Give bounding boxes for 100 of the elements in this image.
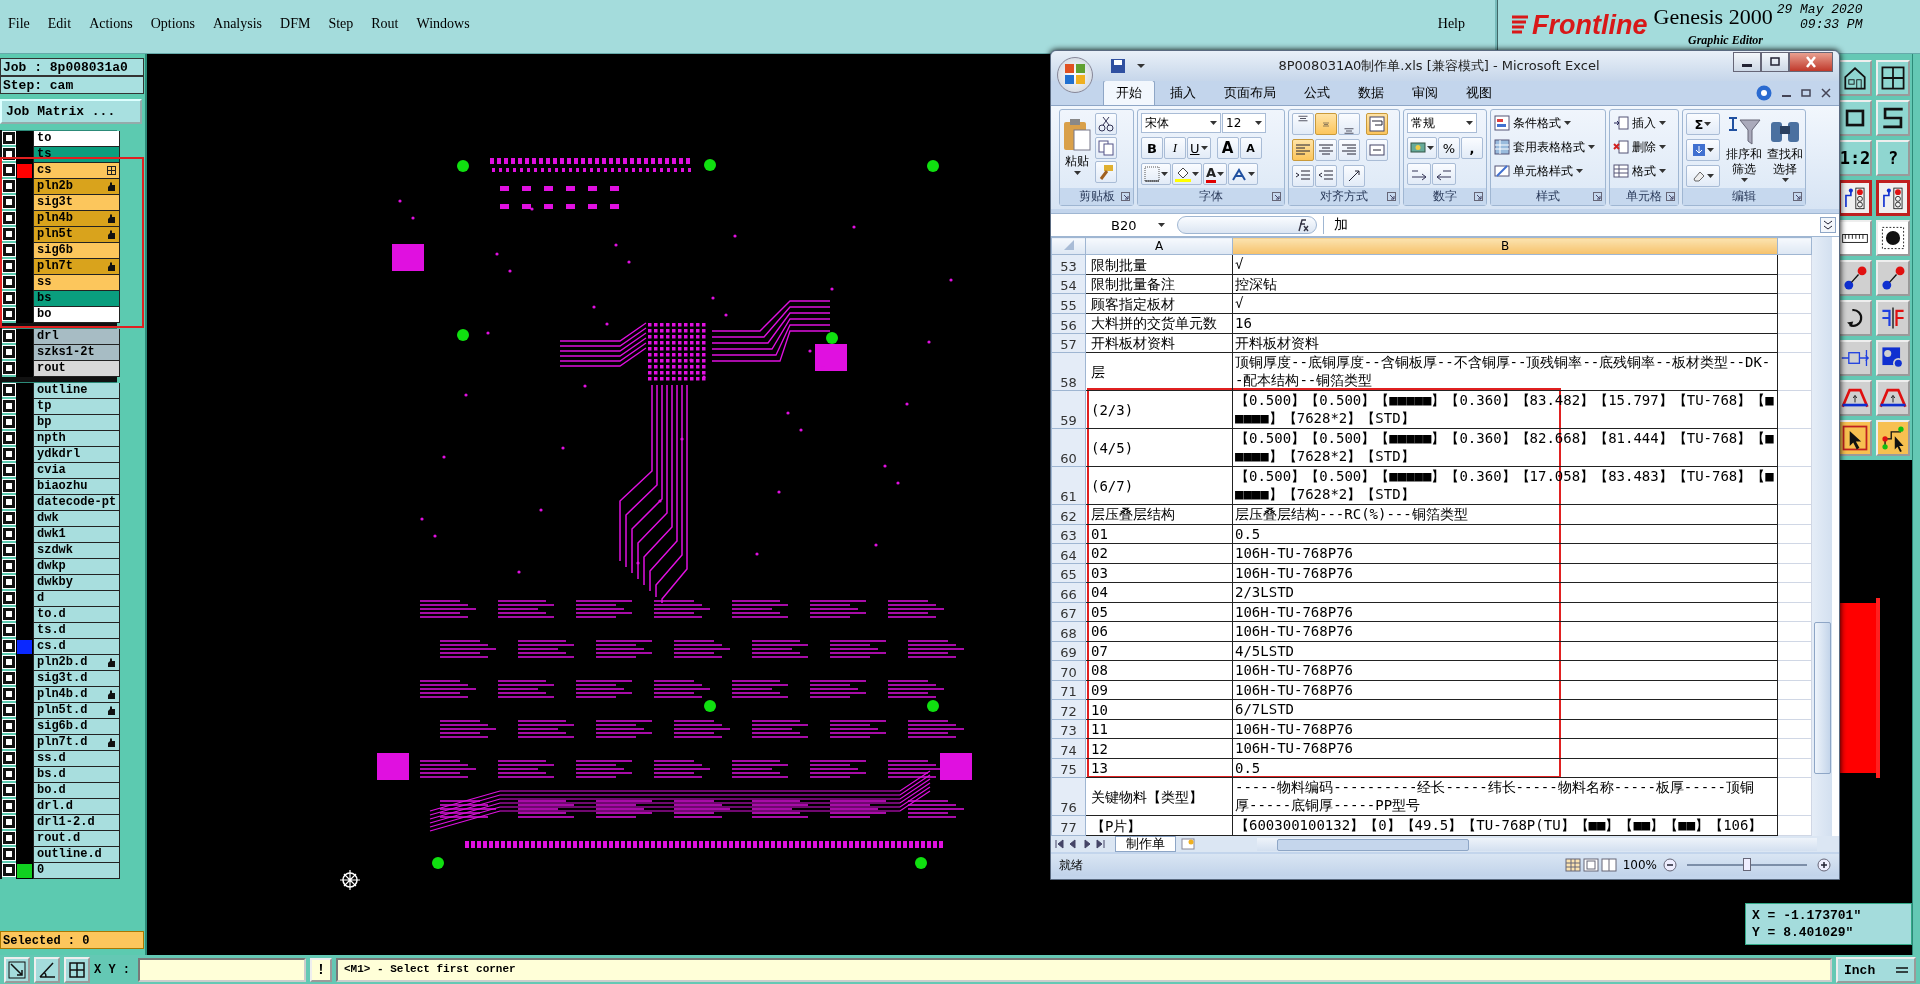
font-color-button[interactable]: A (1203, 163, 1228, 185)
layer-name[interactable]: sig6b.d (33, 719, 120, 735)
layer-checkbox[interactable] (3, 480, 15, 492)
layer-name[interactable]: dwkp (33, 559, 120, 575)
layer-name[interactable]: biaozhu (33, 479, 120, 495)
layer-checkbox[interactable] (3, 720, 15, 732)
conditional-format-button[interactable]: 条件格式 (1494, 113, 1602, 133)
net-icon[interactable] (1876, 180, 1910, 216)
layer-name[interactable]: bp (33, 415, 120, 431)
layer-checkbox[interactable] (3, 496, 15, 508)
layer-name[interactable]: ydkdrl (33, 447, 120, 463)
fill-button[interactable] (1686, 139, 1720, 161)
layer-name[interactable]: pln5t.d (33, 703, 120, 719)
layer-checkbox[interactable] (3, 228, 15, 240)
layer-name[interactable]: bo (33, 307, 120, 323)
menu-item[interactable]: Help (1437, 0, 1495, 53)
layer-checkbox[interactable] (3, 464, 15, 476)
font-name-field[interactable]: 宋体 (1141, 113, 1221, 133)
zoom-slider[interactable] (1743, 858, 1751, 871)
column-header[interactable]: B (1232, 237, 1778, 255)
layer-checkbox[interactable] (3, 292, 15, 304)
ribbon-tab[interactable]: 审阅 (1399, 80, 1451, 105)
align-center-button[interactable] (1315, 139, 1337, 161)
layer-checkbox[interactable] (3, 196, 15, 208)
font-size-field[interactable]: 12 (1222, 113, 1266, 133)
menu-item[interactable]: Windows (416, 16, 470, 34)
window-grid-icon[interactable] (1876, 60, 1910, 96)
increase-indent-button[interactable] (1315, 165, 1337, 187)
layer-checkbox[interactable] (3, 400, 15, 412)
layer-checkbox[interactable] (3, 276, 15, 288)
units-dropdown[interactable]: Inch (1836, 957, 1916, 983)
layer-checkbox[interactable] (3, 260, 15, 272)
ribbon-tab[interactable]: 页面布局 (1211, 80, 1289, 105)
layer-name[interactable]: cs.d (33, 639, 120, 655)
layer-checkbox[interactable] (3, 800, 15, 812)
layer-checkbox[interactable] (3, 576, 15, 588)
align-top-button[interactable] (1292, 113, 1314, 135)
name-box[interactable]: B20 (1051, 217, 1171, 233)
layer-checkbox[interactable] (3, 784, 15, 796)
zoom-box-button[interactable] (4, 957, 30, 983)
layer-checkbox[interactable] (3, 624, 15, 636)
formula-field[interactable]: 加 (1323, 216, 1814, 234)
probe-icon[interactable] (1838, 340, 1872, 376)
layer-checkbox[interactable] (3, 592, 15, 604)
layer-name[interactable]: dwk1 (33, 527, 120, 543)
layer-name[interactable]: rout (33, 361, 120, 377)
house-icon[interactable] (1838, 60, 1872, 96)
menu-item[interactable]: File (8, 16, 30, 34)
layer-name[interactable]: pln7t (33, 259, 120, 275)
layer-name[interactable]: cs (33, 163, 120, 179)
delete-button[interactable]: 删除 (1613, 137, 1675, 157)
sum-button[interactable]: Σ (1686, 113, 1720, 135)
ribbon-tab[interactable]: 公式 (1291, 80, 1343, 105)
arc-icon[interactable] (1876, 380, 1910, 416)
layer-checkbox[interactable] (3, 560, 15, 572)
currency-button[interactable] (1407, 137, 1437, 159)
layer-checkbox[interactable] (3, 608, 15, 620)
layer-name[interactable]: rout.d (33, 831, 120, 847)
layer-name[interactable]: 0 (33, 863, 120, 879)
layer-checkbox[interactable] (3, 656, 15, 668)
align-bottom-button[interactable] (1338, 113, 1360, 135)
layer-name[interactable]: cvia (33, 463, 120, 479)
layer-checkbox[interactable] (3, 330, 15, 342)
comma-button[interactable]: , (1461, 137, 1483, 159)
layer-name[interactable]: drl.d (33, 799, 120, 815)
layer-name[interactable]: bo.d (33, 783, 120, 799)
ribbon-tab[interactable]: 视图 (1453, 80, 1505, 105)
layer-name[interactable]: pln7t.d (33, 735, 120, 751)
layer-checkbox[interactable] (3, 688, 15, 700)
layer-checkbox[interactable] (3, 512, 15, 524)
measure-button[interactable] (34, 957, 60, 983)
phonetic-button[interactable] (1228, 163, 1259, 185)
layer-checkbox[interactable] (3, 848, 15, 860)
increase-decimal-button[interactable] (1407, 163, 1431, 185)
layer-name[interactable]: bs.d (33, 767, 120, 783)
sort-filter-button[interactable]: 排序和筛选 (1724, 112, 1764, 185)
layer-name[interactable]: outline (33, 383, 120, 399)
clear-button[interactable] (1686, 165, 1720, 187)
cut-button[interactable] (1095, 113, 1117, 135)
layer-name[interactable]: ss (33, 275, 120, 291)
minimize-button[interactable] (1733, 52, 1761, 72)
select-icon[interactable] (1838, 420, 1872, 456)
rotate-icon[interactable] (1838, 300, 1872, 336)
layer-checkbox[interactable] (3, 384, 15, 396)
app-menu-button[interactable] (1057, 57, 1093, 93)
decrease-indent-button[interactable] (1292, 165, 1314, 187)
layer-name[interactable]: pln4b (33, 211, 120, 227)
insert-button[interactable]: 插入 (1613, 113, 1675, 133)
menu-item[interactable]: Step (328, 16, 354, 34)
layer-name[interactable]: pln2b (33, 179, 120, 195)
ruler-icon[interactable] (1838, 220, 1872, 256)
layer-name[interactable]: d (33, 591, 120, 607)
maximize-button[interactable] (1761, 52, 1789, 72)
ribbon-tab[interactable]: 开始 (1103, 80, 1155, 105)
layer-name[interactable]: szks1-2t (33, 345, 120, 361)
arc-icon[interactable] (1838, 380, 1872, 416)
number-format-field[interactable]: 常规 (1407, 113, 1477, 133)
close-button[interactable] (1789, 52, 1833, 72)
layer-checkbox[interactable] (3, 832, 15, 844)
scrollbar[interactable] (1812, 237, 1832, 836)
